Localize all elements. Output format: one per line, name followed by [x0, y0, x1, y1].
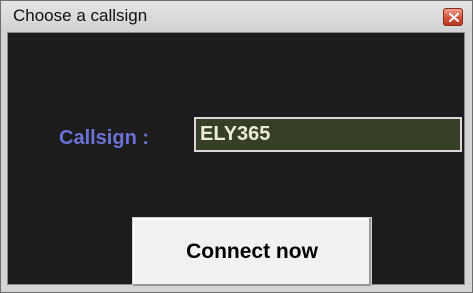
close-button[interactable]	[443, 8, 463, 26]
dialog-window: Choose a callsign Callsign : Connect now	[0, 0, 473, 293]
callsign-label: Callsign :	[59, 127, 150, 149]
dialog-body: Callsign : Connect now	[7, 32, 465, 287]
title-bar[interactable]: Choose a callsign	[1, 1, 472, 31]
close-icon	[449, 13, 459, 22]
connect-now-button[interactable]: Connect now	[132, 217, 372, 287]
callsign-input[interactable]	[194, 117, 462, 152]
window-title: Choose a callsign	[13, 6, 148, 25]
